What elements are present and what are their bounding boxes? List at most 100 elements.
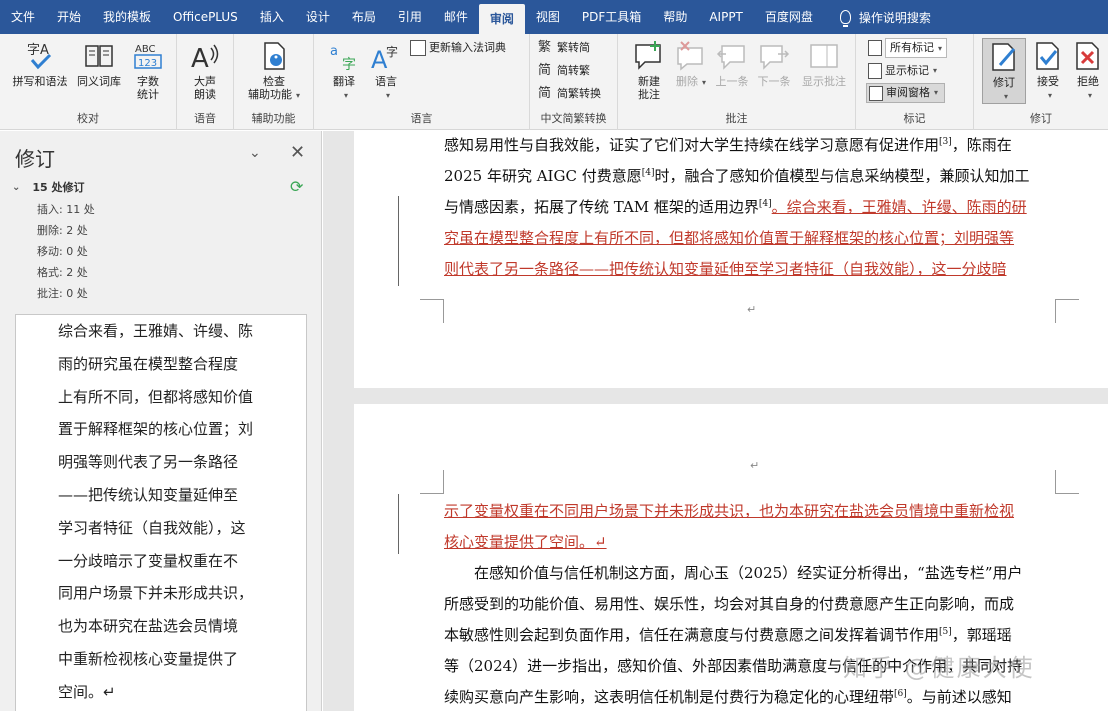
next-label: 下一条 [757, 75, 791, 88]
track-changes-button[interactable]: 修订 ▾ [982, 38, 1026, 104]
delete-comment-button[interactable]: 删除 ▾ [672, 40, 710, 89]
accept-label: 接受 [1037, 75, 1059, 88]
check-label-1: 检查 [263, 75, 285, 88]
menu-tab-9[interactable]: 审阅 [478, 4, 525, 34]
svg-text:a: a [330, 44, 338, 59]
translate-icon: a 字 [330, 44, 356, 72]
show-markup-button[interactable]: 显示标记 ▾ [868, 61, 937, 81]
menu-tab-5[interactable]: 设计 [295, 0, 341, 34]
menu-tab-6[interactable]: 布局 [341, 0, 387, 34]
markup-select-box: 所有标记 ▾ [885, 38, 948, 58]
trad-to-simp-button[interactable]: 繁 繁转简 [538, 38, 590, 58]
text-line: 续购买意向产生影响，这表明信任机制是付费行为稳定化的心理纽带[6]。与前述以感知 [444, 686, 1012, 707]
revision-summary[interactable]: ⌄ 15 处修订 [12, 179, 85, 195]
track-changes-icon [992, 43, 1016, 71]
text-line: 2025 年研究 AIGC 付费意愿[4]时，融合了感知价值模型与信息采纳模型，… [444, 165, 1029, 186]
line-text-after: 时，融合了感知价值模型与信息采纳模型，兼顾认知加工 [654, 167, 1030, 185]
show-comments-icon [810, 44, 838, 68]
new-comment-icon [635, 41, 661, 70]
group-revisions: 修订 ▾ 接受 ▾ 拒绝 ▾ 修订 [974, 34, 1108, 130]
simp-trad-icon: 简 [538, 63, 552, 78]
update-ime-dictionary-button[interactable]: 更新输入法词典 [410, 38, 506, 58]
menu-tab-0[interactable]: 文件 [0, 0, 46, 34]
menu-tab-13[interactable]: AIPPT [698, 0, 754, 34]
previous-comment-button[interactable]: 上一条 [712, 40, 752, 88]
chevron-down-icon[interactable]: ⌄ [249, 145, 261, 161]
new-comment-button[interactable]: 新建 批注 [628, 40, 670, 101]
menu-tab-7[interactable]: 引用 [387, 0, 433, 34]
line-text: 感知易用性与自我效能，证实了它们对大学生持续在线学习意愿有促进作用 [444, 136, 940, 154]
new-comment-label-2: 批注 [638, 88, 660, 101]
lightbulb-icon [839, 10, 851, 27]
inserted-text-line: 示了变量权重在不同用户场景下并未形成共识，也为本研究在盐选会员情境中重新检视 [444, 500, 1014, 521]
group-label-comments: 批注 [725, 112, 748, 125]
citation: [4] [641, 168, 655, 178]
line-text-after: ，陈雨在 [951, 136, 1012, 154]
menu-tab-4[interactable]: 插入 [249, 0, 295, 34]
word-count-button[interactable]: ABC 123 字数 统计 [126, 40, 170, 101]
close-icon[interactable]: ✕ [290, 142, 305, 163]
svg-text:123: 123 [138, 58, 157, 69]
delete-label: 删除 [675, 75, 698, 88]
revision-card[interactable]: 综合来看，王雅婧、许缦、陈 雨的研究虽在模型整合程度 上有所不同，但都将感知价值 置于… [15, 314, 307, 711]
read-aloud-button[interactable]: A 大声 朗读 [183, 40, 227, 101]
menu-tab-8[interactable]: 邮件 [433, 0, 479, 34]
language-label: 语言 [375, 75, 397, 88]
line-text: 2025 年研究 AIGC 付费意愿 [444, 167, 642, 185]
menu-tab-12[interactable]: 帮助 [652, 0, 698, 34]
card-line: 一分歧暗示了变量权重在不 [58, 551, 239, 570]
simp-to-trad-button[interactable]: 简 简转繁 [538, 61, 590, 81]
markup-select[interactable]: 所有标记 ▾ [868, 38, 948, 58]
document-area[interactable]: ↵ 感知易用性与自我效能，证实了它们对大学生持续在线学习意愿有促进作用[3]，陈… [323, 131, 1108, 711]
menu-tab-11[interactable]: PDF工具箱 [571, 0, 652, 34]
text-line: 本敏感性则会起到负面作用，信任在满意度与付费意愿之间发挥着调节作用[5]，郭瑶瑶 [444, 624, 1012, 645]
reviewing-pane-button[interactable]: 审阅窗格 ▾ [866, 83, 946, 103]
reviewing-pane-label: 审阅窗格 [886, 86, 930, 99]
watermark: 知乎 @健康大使 [843, 654, 1035, 682]
change-bar [398, 494, 399, 554]
paragraph-mark: ↵ [747, 303, 757, 316]
card-line: 置于解释框架的核心位置；刘 [58, 420, 254, 439]
tell-me-search[interactable]: 操作说明搜索 [824, 9, 931, 27]
group-label-accessibility: 辅助功能 [251, 112, 296, 125]
trad-simp-icon: 繁 [538, 40, 552, 55]
line-text: 核心变量提供了空间。↵ [444, 533, 607, 551]
menu-tab-14[interactable]: 百度网盘 [754, 0, 824, 34]
reject-button[interactable]: 拒绝 ▾ [1070, 40, 1106, 102]
group-label-speech: 语音 [194, 112, 216, 125]
menu-tab-2[interactable]: 我的模板 [92, 0, 162, 34]
line-text: 本敏感性则会起到负面作用，信任在满意度与付费意愿之间发挥着调节作用 [444, 626, 940, 644]
text-line: 感知易用性与自我效能，证实了它们对大学生持续在线学习意愿有促进作用[3]，陈雨在 [444, 134, 1012, 155]
spelling-grammar-button[interactable]: 字A 拼写和语法 [8, 40, 72, 88]
stat-move: 移动: 0 处 [37, 245, 88, 258]
read-label-1: 大声 [194, 75, 216, 88]
inserted-text-line: 核心变量提供了空间。↵ [444, 531, 607, 552]
card-line: 明强等则代表了另一条路径 [58, 453, 239, 472]
check-label-2: 辅助功能 [247, 88, 292, 101]
citation: [5] [939, 627, 952, 637]
tell-me-label: 操作说明搜索 [858, 10, 931, 25]
language-button[interactable]: A 字 语言 ▾ [366, 40, 406, 102]
menu-tab-10[interactable]: 视图 [525, 0, 571, 34]
show-markup-label: 显示标记 [885, 64, 929, 77]
refresh-icon[interactable]: ⟳ [290, 177, 303, 196]
accept-button[interactable]: 接受 ▾ [1030, 40, 1066, 102]
reviewing-pane-icon [869, 85, 883, 101]
translate-button[interactable]: a 字 翻译 ▾ [324, 40, 364, 102]
menu-tab-1[interactable]: 开始 [46, 0, 92, 34]
delete-comment-icon [677, 41, 703, 71]
translate-label: 翻译 [333, 75, 355, 88]
line-text: 与情感因素，拓展了传统 TAM 框架的适用边界 [444, 198, 759, 216]
line-text: 究虽在模型整合程度上有所不同，但都将感知价值置于解释框架的核心位置；刘明强等 [444, 229, 1015, 247]
next-comment-button[interactable]: 下一条 [754, 40, 794, 88]
read-aloud-icon: A [191, 44, 219, 72]
svg-text:字: 字 [342, 57, 356, 72]
group-speech: A 大声 朗读 语音 [177, 34, 234, 130]
thesaurus-button[interactable]: 同义词库 [73, 40, 125, 88]
check-accessibility-button[interactable]: 检查 辅助功能 ▾ [240, 40, 308, 102]
menu-tab-3[interactable]: OfficePLUS [162, 0, 249, 34]
show-comments-button[interactable]: 显示批注 [796, 40, 852, 88]
convert-chinese-button[interactable]: 简 简繁转换 [538, 84, 601, 104]
track-label: 修订 [993, 76, 1015, 89]
text-line: 在感知价值与信任机制这方面，周心玉（2025）经实证分析得出，“盐选专栏”用户 [444, 562, 1023, 583]
